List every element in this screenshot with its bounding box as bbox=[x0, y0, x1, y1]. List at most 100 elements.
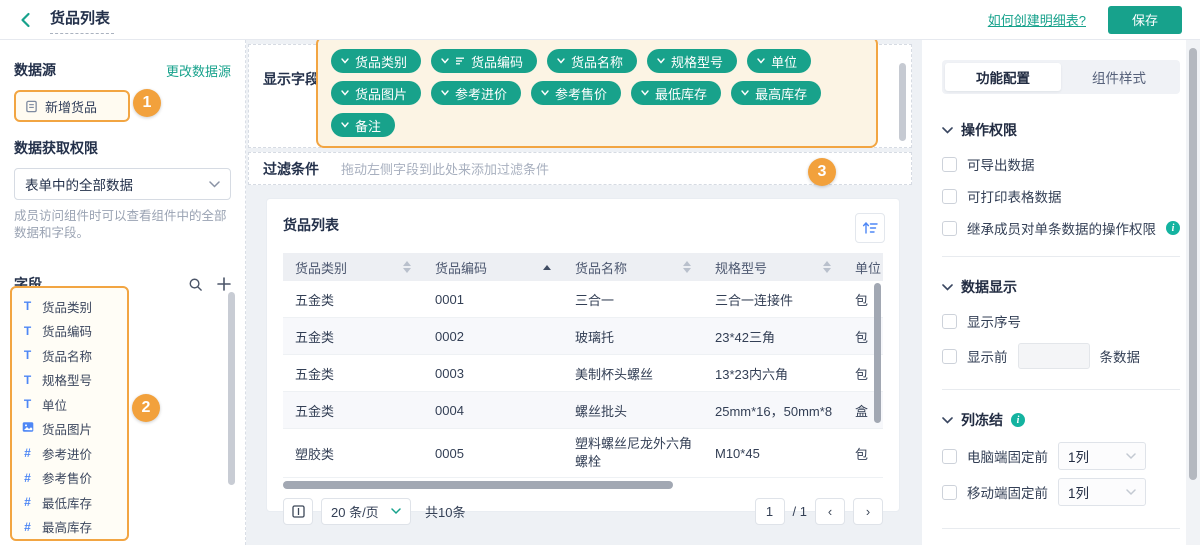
display-field-chip[interactable]: 货品名称 bbox=[547, 49, 638, 73]
field-item[interactable]: # 参考售价 bbox=[12, 466, 127, 491]
option-export-data[interactable]: 可导出数据 bbox=[942, 154, 1180, 174]
number-field-icon: # bbox=[24, 446, 31, 461]
display-field-chip[interactable]: 规格型号 bbox=[647, 49, 738, 73]
display-field-chip[interactable]: 最高库存 bbox=[731, 81, 822, 105]
checkbox[interactable] bbox=[942, 313, 957, 329]
sort-asc-icon[interactable] bbox=[543, 264, 551, 270]
table-row[interactable]: 五金类 0003 美制杯头螺丝 13*23内六角包 bbox=[283, 355, 883, 392]
pagination-panel-icon bbox=[291, 505, 305, 518]
display-field-chip[interactable]: 备注 bbox=[331, 113, 396, 137]
checkbox[interactable] bbox=[942, 448, 957, 464]
section-data-display[interactable]: 数据显示 bbox=[942, 277, 1180, 297]
change-datasource-link[interactable]: 更改数据源 bbox=[166, 61, 231, 80]
checkbox[interactable] bbox=[942, 188, 957, 204]
chevron-down-icon bbox=[657, 58, 665, 64]
checkbox[interactable] bbox=[942, 220, 957, 236]
chevron-down-icon bbox=[391, 508, 401, 515]
text-field-icon: T bbox=[23, 397, 32, 412]
sort-toggle-icon[interactable] bbox=[403, 261, 411, 273]
field-item[interactable]: T 货品类别 bbox=[12, 294, 127, 319]
tab-component-style[interactable]: 组件样式 bbox=[1061, 63, 1177, 91]
table-row[interactable]: 五金类 0002 玻璃托 23*42三角包 bbox=[283, 318, 883, 355]
option-print-data[interactable]: 可打印表格数据 bbox=[942, 186, 1180, 206]
checkbox[interactable] bbox=[942, 484, 957, 500]
table-header-row: 货品类别 货品编码 货品名称 规格型号 单位 bbox=[283, 253, 883, 281]
table-sort-button[interactable] bbox=[855, 213, 885, 243]
checkbox[interactable] bbox=[942, 348, 957, 364]
table-vertical-scrollbar[interactable] bbox=[874, 283, 881, 423]
left-panel-scrollbar[interactable] bbox=[228, 292, 235, 485]
field-item[interactable]: T 货品编码 bbox=[12, 319, 127, 344]
field-item[interactable]: T 规格型号 bbox=[12, 368, 127, 393]
back-button[interactable] bbox=[18, 12, 34, 28]
display-field-chip[interactable]: 参考售价 bbox=[531, 81, 622, 105]
page-number-input[interactable] bbox=[754, 498, 785, 525]
section-column-freeze[interactable]: 列冻结 i bbox=[942, 410, 1180, 430]
divider bbox=[942, 256, 1180, 257]
tab-function-config[interactable]: 功能配置 bbox=[945, 63, 1061, 91]
number-field-icon: # bbox=[24, 495, 31, 510]
table-row[interactable]: 塑胶类 0005 塑料螺丝尼龙外六角螺栓 M10*45 包 bbox=[283, 429, 883, 478]
page-size-select[interactable]: 20 条/页 bbox=[321, 498, 411, 525]
access-permission-select[interactable]: 表单中的全部数据 bbox=[14, 168, 231, 200]
show-first-count-input[interactable] bbox=[1017, 343, 1090, 369]
option-show-first-n[interactable]: 显示前 条数据 bbox=[942, 343, 1180, 369]
form-icon bbox=[26, 100, 37, 112]
option-inherit-permission[interactable]: 继承成员对单条数据的操作权限 i bbox=[942, 218, 1180, 238]
divider bbox=[942, 389, 1180, 390]
column-header[interactable]: 货品编码 bbox=[423, 253, 563, 281]
column-header[interactable]: 货品名称 bbox=[563, 253, 703, 281]
option-show-index[interactable]: 显示序号 bbox=[942, 311, 1180, 331]
page-total: / 1 bbox=[792, 504, 807, 519]
text-field-icon: T bbox=[23, 299, 32, 314]
field-item[interactable]: T 货品名称 bbox=[12, 343, 127, 368]
save-button[interactable]: 保存 bbox=[1108, 5, 1182, 34]
table-horizontal-scrollbar[interactable] bbox=[283, 481, 883, 489]
add-field-icon[interactable] bbox=[217, 277, 231, 291]
checkbox[interactable] bbox=[942, 156, 957, 172]
field-item[interactable]: 货品图片 bbox=[12, 417, 127, 442]
field-item[interactable]: # 参考进价 bbox=[12, 441, 127, 466]
info-icon[interactable]: i bbox=[1166, 221, 1180, 235]
help-link[interactable]: 如何创建明细表? bbox=[988, 10, 1086, 29]
display-fields-scrollbar[interactable] bbox=[899, 63, 906, 141]
field-item[interactable]: T 单位 bbox=[12, 392, 127, 417]
next-page-button[interactable]: › bbox=[853, 498, 883, 525]
display-field-chip[interactable]: 参考进价 bbox=[431, 81, 522, 105]
section-operation-permission[interactable]: 操作权限 bbox=[942, 120, 1180, 140]
option-freeze-mobile[interactable]: 移动端固定前 1列 bbox=[942, 478, 1180, 506]
display-field-chip[interactable]: 货品编码 bbox=[431, 49, 538, 73]
chevron-down-icon bbox=[741, 90, 749, 96]
column-header[interactable]: 规格型号 bbox=[703, 253, 843, 281]
main-canvas: 显示字段 ⊢ 货品类别 货品编码 货品名称 规格型号 单位 货品图片 参考进价 … bbox=[246, 36, 922, 545]
text-field-icon: T bbox=[23, 323, 32, 338]
display-field-chip[interactable]: 货品类别 bbox=[331, 49, 422, 73]
sort-toggle-icon[interactable] bbox=[683, 261, 691, 273]
table-footer: 20 条/页 共10条 / 1 ‹ › bbox=[283, 498, 883, 525]
display-field-chip[interactable]: 货品图片 bbox=[331, 81, 422, 105]
table-row[interactable]: 五金类 0004 螺丝批头 25mm*16，50mm*8 盒 bbox=[283, 392, 883, 429]
column-header[interactable]: 单位 bbox=[843, 253, 883, 281]
display-field-chip[interactable]: 单位 bbox=[747, 49, 812, 73]
column-header[interactable]: 货品类别 bbox=[283, 253, 423, 281]
right-panel-scrollbar[interactable] bbox=[1189, 48, 1197, 480]
freeze-mobile-select[interactable]: 1列 bbox=[1058, 478, 1146, 506]
info-icon[interactable]: i bbox=[1011, 413, 1025, 427]
field-item[interactable]: # 最低库存 bbox=[12, 490, 127, 515]
chevron-down-icon bbox=[942, 126, 953, 134]
prev-page-button[interactable]: ‹ bbox=[815, 498, 845, 525]
search-icon[interactable] bbox=[188, 277, 203, 292]
left-config-panel: 数据源 更改数据源 新增货品 1 数据获取权限 表单中的全部数据 成员访问组件时… bbox=[0, 40, 246, 545]
table-row[interactable]: 五金类 0001 三合一 三合一连接件包 bbox=[283, 281, 883, 318]
right-config-panel: 功能配置 组件样式 操作权限 可导出数据 可打印表格数据 继承成员对单条数据的操… bbox=[922, 40, 1200, 545]
field-item[interactable]: # 最高库存 bbox=[12, 515, 127, 540]
sort-toggle-icon[interactable] bbox=[823, 261, 831, 273]
freeze-pc-select[interactable]: 1列 bbox=[1058, 442, 1146, 470]
step-badge-3: 3 bbox=[808, 158, 836, 186]
option-freeze-pc[interactable]: 电脑端固定前 1列 bbox=[942, 442, 1180, 470]
display-field-chip[interactable]: 最低库存 bbox=[631, 81, 722, 105]
pagination-settings-button[interactable] bbox=[283, 498, 313, 525]
datasource-item[interactable]: 新增货品 bbox=[14, 90, 130, 122]
sort-asc-icon bbox=[456, 57, 465, 65]
text-field-icon: T bbox=[23, 372, 32, 387]
